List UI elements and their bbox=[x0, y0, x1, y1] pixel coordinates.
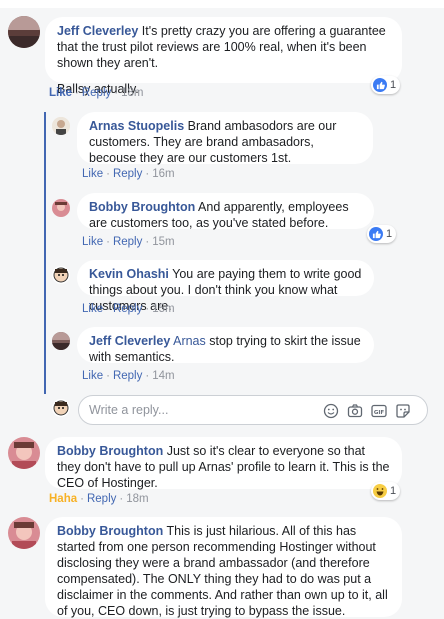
reply-bubble: Jeff Cleverley Arnas stop trying to skir… bbox=[77, 327, 374, 364]
previous-comment-edge bbox=[0, 0, 444, 8]
timestamp[interactable]: 18m bbox=[121, 87, 143, 99]
reaction-count[interactable]: 1 bbox=[371, 76, 401, 94]
haha-link[interactable]: Haha bbox=[49, 493, 77, 505]
commenter-name[interactable]: Arnas Stuopelis bbox=[89, 119, 184, 133]
like-link[interactable]: Like bbox=[82, 236, 103, 248]
avatar[interactable] bbox=[52, 266, 70, 284]
camera-icon[interactable] bbox=[347, 403, 363, 419]
reply-actions: Like · Reply · 16m bbox=[82, 168, 175, 180]
reaction-count-text: 1 bbox=[386, 228, 393, 240]
commenter-name[interactable]: Kevin Ohashi bbox=[89, 267, 169, 281]
commenter-name[interactable]: Bobby Broughton bbox=[57, 444, 163, 458]
thread-line bbox=[44, 112, 46, 394]
commenter-name[interactable]: Bobby Broughton bbox=[57, 524, 163, 538]
reply-actions: Like · Reply · 14m bbox=[82, 370, 175, 382]
reply-link[interactable]: Reply bbox=[87, 493, 116, 505]
current-user-avatar bbox=[52, 399, 70, 417]
timestamp[interactable]: 16m bbox=[152, 168, 174, 180]
like-link[interactable]: Like bbox=[82, 168, 103, 180]
sticker-icon[interactable] bbox=[395, 403, 411, 419]
avatar[interactable] bbox=[8, 517, 40, 549]
mention-link[interactable]: Arnas bbox=[173, 334, 206, 348]
haha-reaction-icon bbox=[373, 484, 387, 498]
like-reaction-icon bbox=[369, 227, 383, 241]
avatar[interactable] bbox=[52, 117, 70, 135]
comment-text: This is just hilarious. All of this has … bbox=[57, 524, 388, 618]
avatar[interactable] bbox=[8, 16, 40, 48]
timestamp[interactable]: 14m bbox=[152, 370, 174, 382]
like-link[interactable]: Like bbox=[82, 370, 103, 382]
like-link[interactable]: Like bbox=[49, 87, 72, 99]
avatar[interactable] bbox=[8, 437, 40, 469]
comment-bubble: Jeff Cleverley It's pretty crazy you are… bbox=[45, 17, 402, 96]
reaction-count-text: 1 bbox=[390, 79, 397, 91]
avatar[interactable] bbox=[52, 199, 70, 217]
reply-bubble: Arnas Stuopelis Brand ambasodors are our… bbox=[77, 112, 373, 165]
reply-actions: Like · Reply · 15m bbox=[82, 303, 175, 315]
like-link[interactable]: Like bbox=[82, 303, 103, 315]
comment-bubble: Bobby Broughton This is just hilarious. … bbox=[45, 517, 402, 618]
reply-actions: Like · Reply · 15m bbox=[82, 236, 175, 248]
commenter-name[interactable]: Jeff Cleverley bbox=[89, 334, 170, 348]
avatar[interactable] bbox=[52, 332, 70, 350]
reaction-count[interactable]: 1 bbox=[371, 482, 401, 500]
reply-input[interactable]: Write a reply... GIF bbox=[78, 395, 428, 425]
timestamp[interactable]: 15m bbox=[152, 303, 174, 315]
commenter-name[interactable]: Jeff Cleverley bbox=[57, 24, 138, 38]
reaction-count-text: 1 bbox=[390, 485, 397, 497]
reaction-count[interactable]: 1 bbox=[367, 225, 397, 243]
reply-bubble: Kevin Ohashi You are paying them to writ… bbox=[77, 260, 374, 313]
reply-bubble: Bobby Broughton And apparently, employee… bbox=[77, 193, 374, 230]
comment-bubble: Bobby Broughton Just so it's clear to ev… bbox=[45, 437, 402, 490]
reply-link[interactable]: Reply bbox=[113, 168, 142, 180]
commenter-name[interactable]: Bobby Broughton bbox=[89, 200, 195, 214]
emoji-icon[interactable] bbox=[323, 403, 339, 419]
timestamp[interactable]: 15m bbox=[152, 236, 174, 248]
reply-link[interactable]: Reply bbox=[113, 370, 142, 382]
reply-link[interactable]: Reply bbox=[82, 87, 111, 99]
gif-icon[interactable]: GIF bbox=[371, 403, 387, 419]
comment-actions: Like · Reply · 18m bbox=[49, 87, 144, 99]
timestamp[interactable]: 18m bbox=[126, 493, 148, 505]
reply-link[interactable]: Reply bbox=[113, 303, 142, 315]
reply-link[interactable]: Reply bbox=[113, 236, 142, 248]
comment-actions: Haha · Reply · 18m bbox=[49, 493, 149, 505]
reply-input-placeholder: Write a reply... bbox=[89, 403, 169, 417]
svg-text:GIF: GIF bbox=[374, 410, 385, 416]
like-reaction-icon bbox=[373, 78, 387, 92]
